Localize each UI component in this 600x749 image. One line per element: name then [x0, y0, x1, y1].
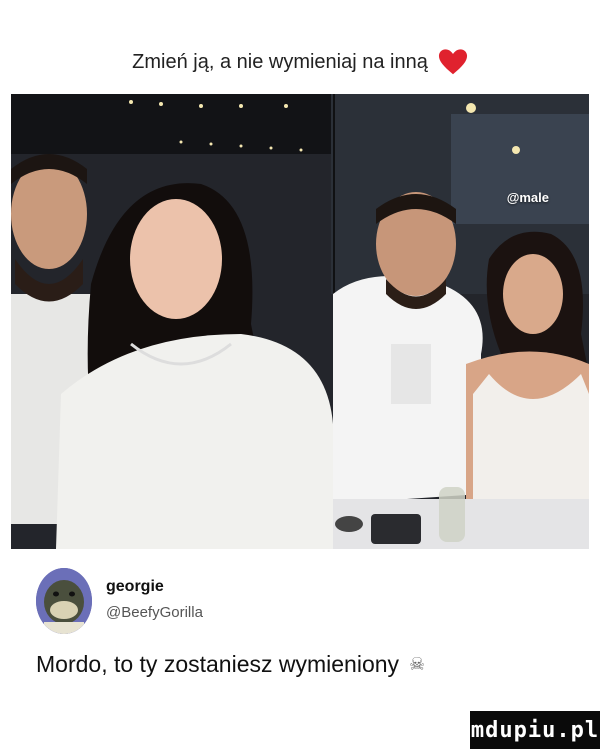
photo-illustration — [11, 94, 589, 549]
avatar-gorilla-icon — [36, 568, 92, 634]
site-logo: mdupiu.pl — [470, 711, 600, 749]
red-heart-icon — [438, 49, 467, 75]
skull-icon: ☠ — [409, 653, 426, 674]
avatar[interactable] — [36, 568, 92, 634]
site-logo-text: mdupiu.pl — [470, 717, 600, 743]
tweet-header: georgie @BeefyGorilla — [36, 568, 556, 634]
user-display-name[interactable]: georgie — [106, 578, 164, 596]
photo-watermark-tag: @male — [506, 190, 549, 205]
tweet-body: Mordo, to ty zostaniesz wymieniony — [36, 650, 400, 677]
meme-caption-text: Zmień ją, a nie wymieniaj na inną — [132, 50, 428, 73]
tweet-text: Mordo, to ty zostaniesz wymieniony ☠ — [36, 644, 576, 684]
user-handle[interactable]: @BeefyGorilla — [106, 604, 203, 621]
meme-caption: Zmień ją, a nie wymieniaj na inną — [40, 40, 560, 84]
meme-photo: @male — [11, 94, 589, 549]
